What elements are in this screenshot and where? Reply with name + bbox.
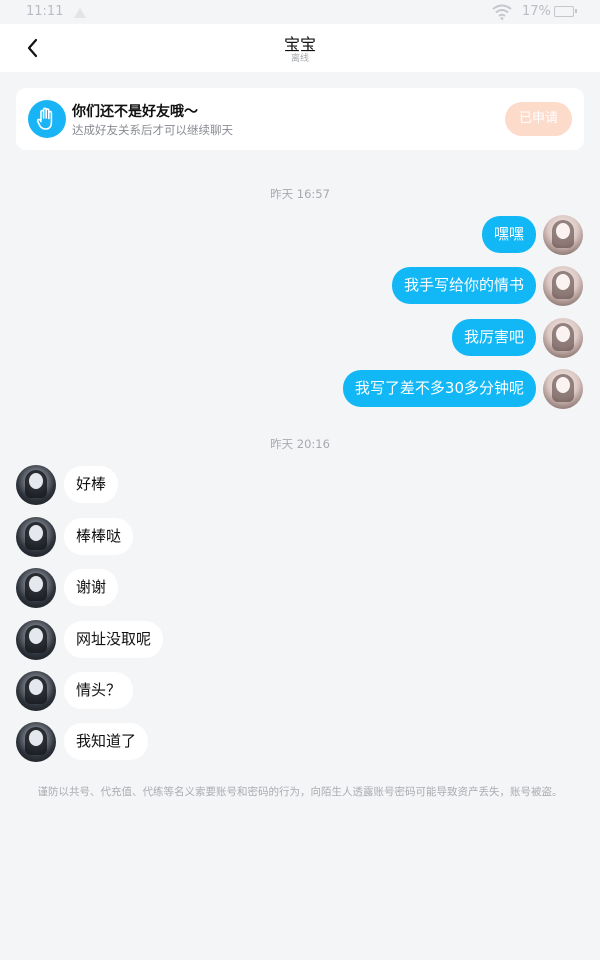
my-avatar[interactable] [543, 215, 583, 255]
signal-icon [74, 8, 86, 18]
received-message-bubble[interactable]: 棒棒哒 [64, 518, 134, 555]
contact-avatar[interactable] [16, 568, 56, 608]
friend-notice-title: 你们还不是好友哦～ [72, 104, 198, 120]
received-message-bubble[interactable]: 情头？ [64, 672, 134, 709]
contact-avatar[interactable] [16, 620, 56, 660]
received-message-bubble[interactable]: 好棒 [64, 466, 119, 503]
my-avatar[interactable] [543, 369, 583, 409]
my-avatar[interactable] [543, 266, 583, 306]
status-bar: 11:11 17% [0, 0, 600, 24]
contact-avatar[interactable] [16, 671, 56, 711]
contact-avatar[interactable] [16, 722, 56, 762]
contact-status: 离线 [290, 54, 309, 64]
friend-request-banner: 你们还不是好友哦～ 达成好友关系后才可以继续聊天 已申请 [16, 88, 584, 150]
status-time: 11:11 [26, 4, 64, 19]
applied-button[interactable]: 已申请 [505, 102, 572, 136]
received-message-bubble[interactable]: 网址没取呢 [64, 621, 164, 658]
received-message-bubble[interactable]: 我知道了 [64, 723, 149, 760]
sent-message-bubble[interactable]: 嘿嘿 [481, 216, 536, 253]
my-avatar[interactable] [543, 318, 583, 358]
wifi-icon [492, 4, 512, 24]
contact-avatar[interactable] [16, 517, 56, 557]
security-disclaimer: 谨防以共号、代充值、代练等名义索要账号和密码的行为，向陌生人透露账号密码可能导致… [37, 786, 563, 798]
timestamp: 昨天 20:16 [270, 437, 330, 451]
battery-percent: 17% [522, 4, 551, 19]
hand-icon [28, 100, 66, 138]
chat-header: 宝宝 离线 [0, 24, 600, 72]
sent-message-bubble[interactable]: 我厉害吧 [451, 319, 536, 356]
sent-message-bubble[interactable]: 我手写给你的情书 [391, 267, 536, 304]
battery-icon [554, 6, 577, 17]
received-message-bubble[interactable]: 谢谢 [64, 569, 119, 606]
friend-notice-subtitle: 达成好友关系后才可以继续聊天 [72, 123, 233, 137]
timestamp: 昨天 16:57 [270, 187, 330, 201]
sent-message-bubble[interactable]: 我写了差不多30多分钟呢 [342, 370, 536, 407]
contact-avatar[interactable] [16, 465, 56, 505]
